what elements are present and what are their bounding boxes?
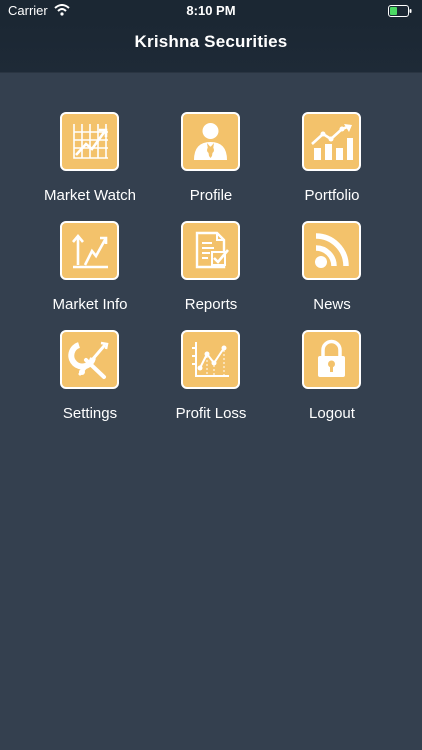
portfolio-icon (302, 112, 361, 171)
settings-icon (60, 330, 119, 389)
profile-icon (181, 112, 240, 171)
battery-icon (388, 5, 412, 20)
menu-item-news[interactable]: News (272, 219, 392, 328)
menu-item-market-info[interactable]: Market Info (30, 219, 150, 328)
menu-label: Settings (62, 405, 118, 422)
status-bar: Carrier 8:10 PM (0, 0, 422, 22)
menu-label: Profile (189, 187, 233, 204)
menu-item-portfolio[interactable]: Portfolio (272, 110, 392, 219)
menu-item-profit-loss[interactable]: Profit Loss (151, 328, 271, 437)
menu-grid: Market Watch Profile Portfolio Market In… (30, 110, 392, 437)
menu-item-logout[interactable]: Logout (272, 328, 392, 437)
menu-label: Logout (309, 405, 355, 422)
menu-item-settings[interactable]: Settings (30, 328, 150, 437)
menu-item-market-watch[interactable]: Market Watch (30, 110, 150, 219)
menu-label: Profit Loss (175, 405, 247, 422)
status-time: 8:10 PM (186, 3, 236, 18)
reports-icon (181, 221, 240, 280)
market-watch-icon (60, 112, 119, 171)
market-info-icon (60, 221, 119, 280)
menu-label: Market Info (52, 296, 128, 313)
menu-item-profile[interactable]: Profile (151, 110, 271, 219)
menu-label: Portfolio (304, 187, 360, 204)
logout-icon (302, 330, 361, 389)
navigation-bar: Krishna Securities (0, 22, 422, 73)
menu-item-reports[interactable]: Reports (151, 219, 271, 328)
menu-label: Reports (184, 296, 238, 313)
news-icon (302, 221, 361, 280)
profit-loss-icon (181, 330, 240, 389)
menu-label: News (313, 296, 351, 313)
page-title: Krishna Securities (134, 32, 288, 51)
menu-label: Market Watch (44, 187, 136, 204)
